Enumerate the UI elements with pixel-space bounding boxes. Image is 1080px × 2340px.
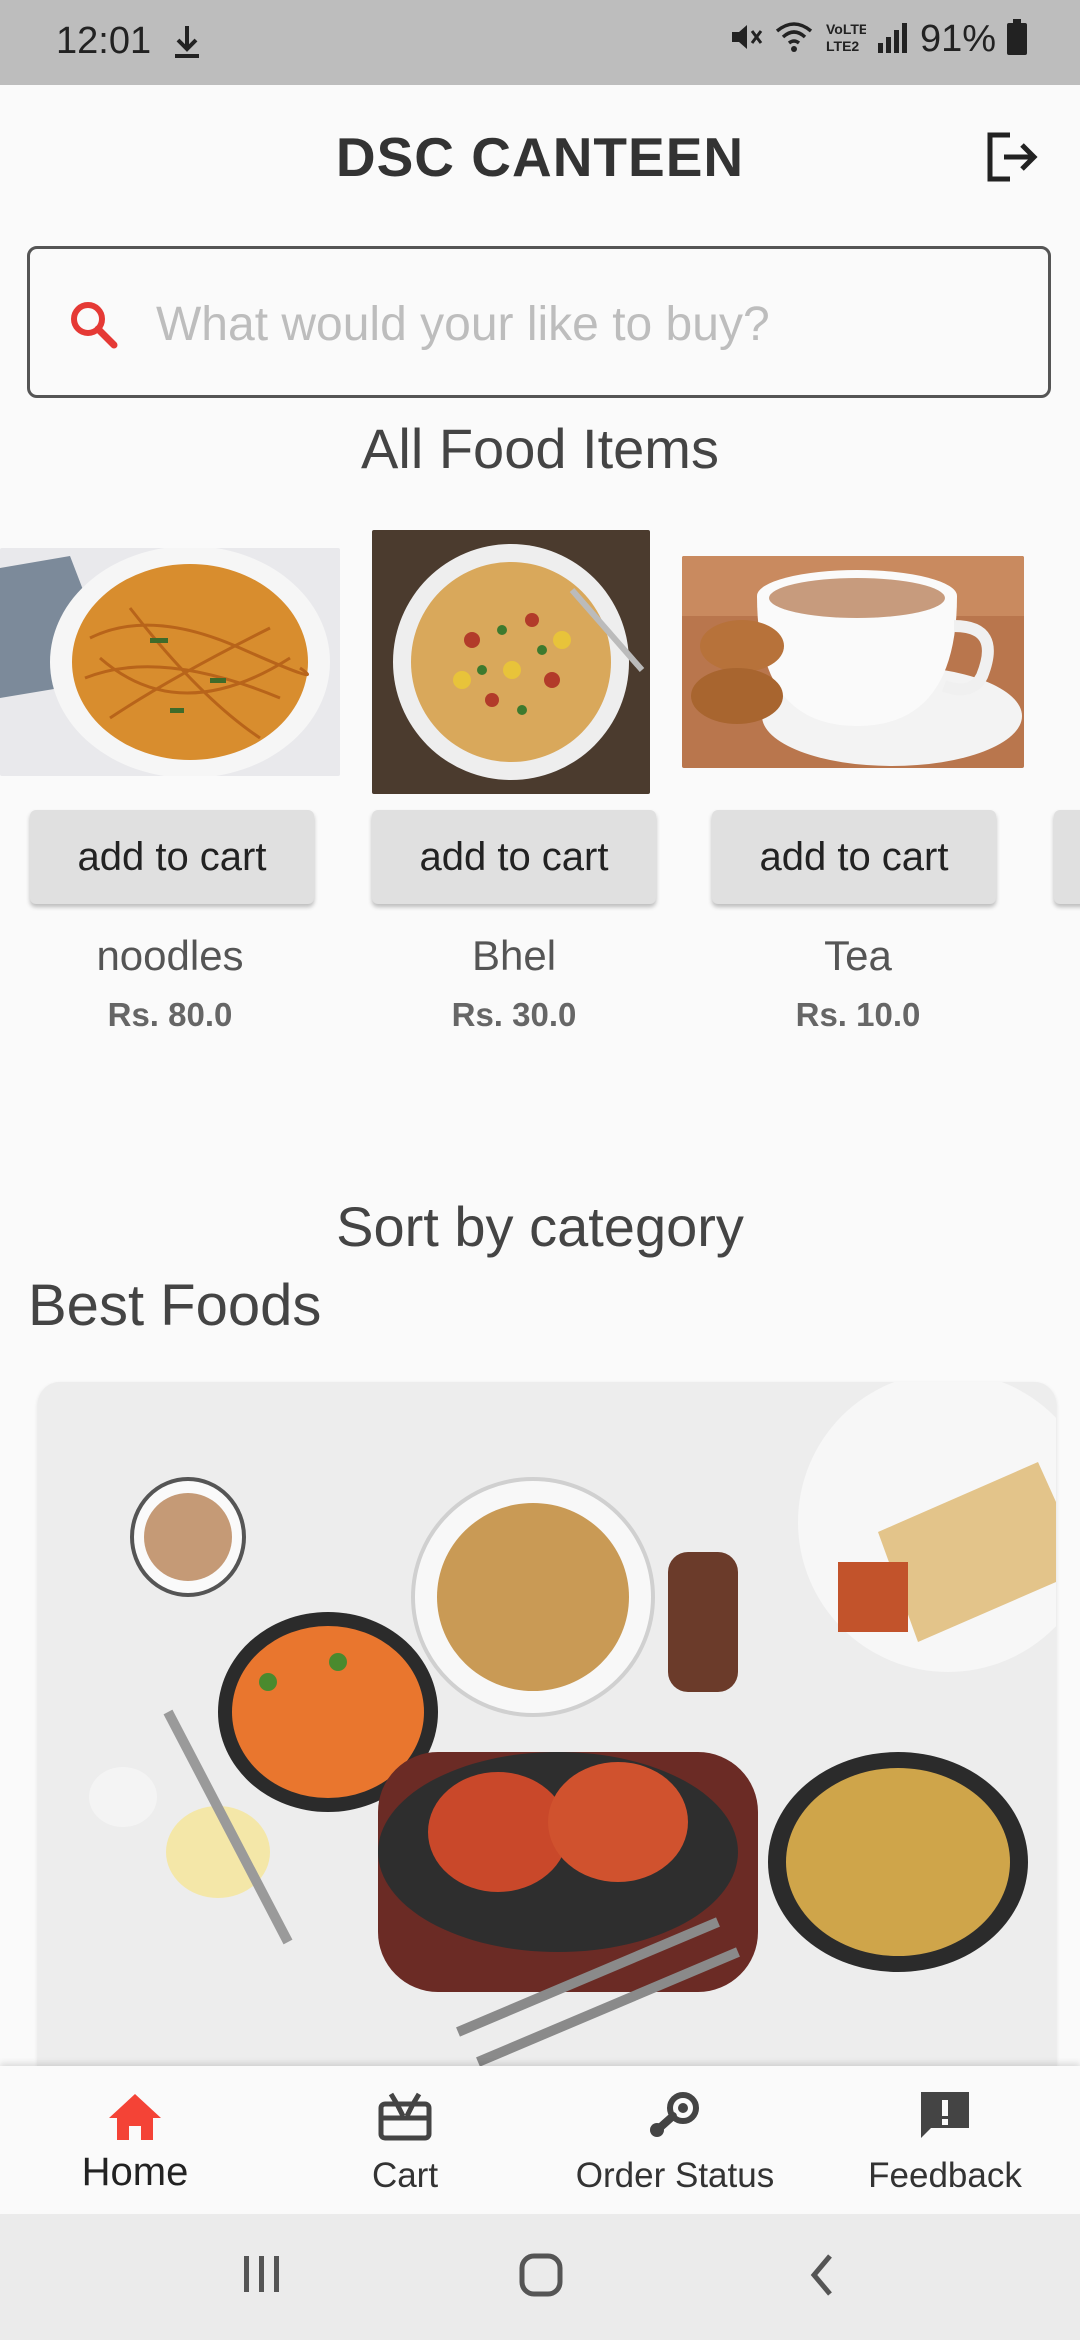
status-indicators: VoLTE LTE2 91%	[728, 18, 1028, 61]
app-bar: DSC CANTEEN	[0, 85, 1080, 235]
logout-icon	[987, 132, 1038, 182]
add-to-cart-button[interactable]: add to cart	[372, 810, 656, 904]
best-foods-image	[38, 1382, 1056, 2102]
nav-feedback[interactable]: Feedback	[810, 2066, 1080, 2214]
home-system-icon[interactable]	[518, 2252, 564, 2298]
app-title: DSC CANTEEN	[335, 126, 745, 188]
order-status-icon	[650, 2092, 699, 2137]
bhel-image	[372, 530, 650, 794]
nav-home[interactable]: Home	[0, 2066, 270, 2214]
food-name: Tea	[824, 932, 892, 979]
food-price: Rs. 10.0	[795, 996, 921, 1033]
nav-order-status-label: Order Status	[575, 2156, 775, 2195]
nav-order-status[interactable]: Order Status	[540, 2066, 810, 2214]
food-price: Rs. 30.0	[451, 996, 577, 1033]
search-input[interactable]	[154, 285, 1018, 363]
cart-icon	[378, 2092, 432, 2141]
status-time: 12:01	[56, 20, 152, 62]
best-foods-title: Best Foods	[28, 1273, 322, 1338]
recent-apps-icon[interactable]	[240, 2252, 284, 2296]
tea-image	[682, 556, 1024, 768]
noodles-image	[0, 548, 340, 776]
feedback-icon	[921, 2092, 969, 2138]
download-icon	[172, 22, 202, 67]
search-icon	[64, 295, 124, 360]
home-icon	[109, 2094, 161, 2140]
search-bar[interactable]	[27, 246, 1051, 398]
volte-icon: VoLTE LTE2	[824, 19, 868, 60]
svg-text:LTE2: LTE2	[826, 38, 859, 54]
nav-cart[interactable]: Cart	[270, 2066, 540, 2214]
all-food-items-title: All Food Items	[361, 417, 719, 480]
signal-icon	[876, 19, 910, 60]
nav-feedback-label: Feedback	[868, 2156, 1022, 2195]
food-name: noodles	[96, 932, 244, 979]
add-to-cart-button-partial[interactable]	[1054, 810, 1080, 904]
nav-home-label: Home	[81, 2150, 189, 2194]
sort-by-category-title: Sort by category	[336, 1195, 744, 1258]
system-navigation-bar	[0, 2214, 1080, 2340]
food-price: Rs. 80.0	[107, 996, 233, 1033]
back-icon[interactable]	[806, 2252, 838, 2298]
nav-cart-label: Cart	[371, 2156, 439, 2195]
add-to-cart-button[interactable]: add to cart	[712, 810, 996, 904]
bottom-navigation: Home Cart Order Status Feedback	[0, 2066, 1080, 2214]
battery-icon	[1006, 18, 1028, 61]
svg-text:VoLTE: VoLTE	[826, 21, 866, 37]
wifi-icon	[774, 19, 814, 60]
add-to-cart-button[interactable]: add to cart	[30, 810, 314, 904]
best-foods-banner[interactable]	[38, 1382, 1056, 2102]
battery-percent: 91%	[919, 18, 996, 60]
mute-icon	[728, 19, 764, 60]
food-name: Bhel	[471, 932, 557, 979]
status-bar: 12:01 VoLTE LTE2 91%	[0, 0, 1080, 85]
logout-button[interactable]	[980, 125, 1044, 189]
